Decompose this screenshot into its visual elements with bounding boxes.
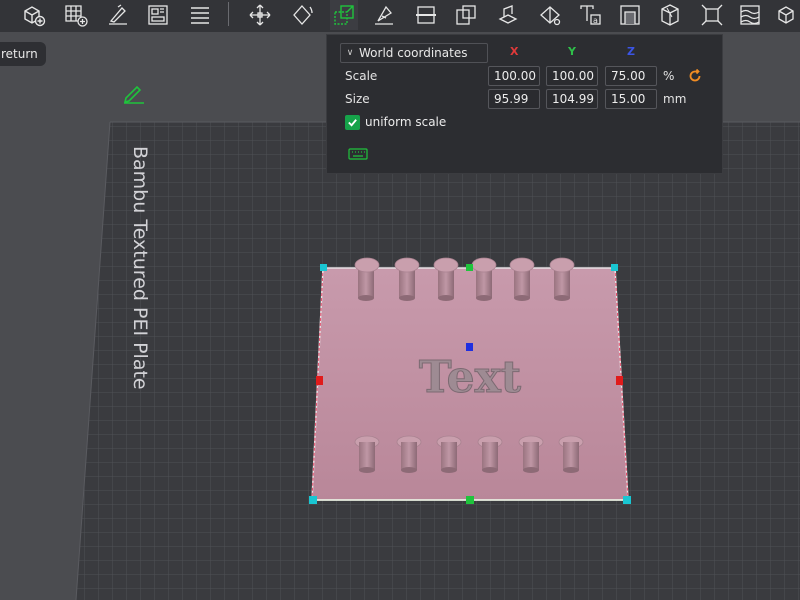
scale-z-input[interactable]: 75.00 — [605, 66, 657, 86]
y-axis-label: Y — [568, 45, 576, 58]
scale-panel: ∨ World coordinates X Y Z Scale 100.00 1… — [326, 34, 723, 174]
more-tools-icon[interactable] — [774, 0, 800, 30]
pencil-icon[interactable] — [122, 84, 146, 104]
x-handle-left[interactable] — [316, 376, 323, 385]
scale-row-label: Scale — [345, 69, 378, 83]
scale-unit: % — [663, 69, 675, 83]
return-button[interactable]: return — [0, 42, 46, 66]
size-unit: mm — [663, 92, 687, 106]
x-handle-right[interactable] — [616, 376, 623, 385]
embossed-text: Text — [419, 352, 522, 403]
uniform-scale-label: uniform scale — [365, 115, 447, 129]
split-plates-icon[interactable] — [186, 0, 214, 30]
svg-text:a: a — [593, 16, 598, 25]
main-toolbar: a — [0, 0, 800, 32]
corner-handle-bottom-right[interactable] — [623, 496, 631, 504]
add-plate-icon[interactable] — [62, 0, 90, 30]
move-icon[interactable] — [246, 0, 274, 30]
size-row-label: Size — [345, 92, 370, 106]
coordinate-system-value: World coordinates — [359, 46, 468, 60]
reset-icon[interactable] — [688, 68, 702, 83]
size-z-input[interactable]: 15.00 — [605, 89, 657, 109]
y-handle-bottom[interactable] — [466, 496, 474, 504]
seam-paint-icon[interactable] — [536, 0, 564, 30]
toolbar-separator — [228, 2, 229, 26]
auto-orient-icon[interactable] — [104, 0, 132, 30]
uniform-scale-checkbox[interactable] — [345, 115, 360, 130]
support-paint-icon[interactable] — [494, 0, 522, 30]
emboss-icon[interactable] — [616, 0, 644, 30]
corner-handle-bottom-left[interactable] — [309, 496, 317, 504]
size-x-input[interactable]: 95.99 — [488, 89, 540, 109]
text-model[interactable]: Text — [311, 257, 629, 501]
coordinate-system-dropdown[interactable]: ∨ World coordinates — [340, 43, 488, 63]
chevron-down-icon: ∨ — [346, 48, 354, 58]
mesh-icon[interactable] — [736, 0, 764, 30]
corner-handle-top-left[interactable] — [320, 264, 327, 271]
text-tool-icon[interactable]: a — [576, 0, 604, 30]
size-y-input[interactable]: 104.99 — [546, 89, 598, 109]
rotate-icon[interactable] — [288, 0, 316, 30]
z-axis-label: Z — [627, 45, 635, 58]
lay-on-face-icon[interactable] — [370, 0, 398, 30]
cut-icon[interactable] — [412, 0, 440, 30]
scale-icon[interactable] — [330, 0, 358, 30]
scale-y-input[interactable]: 100.00 — [546, 66, 598, 86]
plate-label: Bambu Textured PEI Plate — [129, 146, 151, 390]
z-handle[interactable] — [466, 343, 473, 351]
boolean-icon[interactable] — [452, 0, 480, 30]
measure-icon[interactable] — [656, 0, 684, 30]
y-handle-top[interactable] — [466, 264, 473, 271]
corner-handle-top-right[interactable] — [611, 264, 618, 271]
x-axis-label: X — [510, 45, 519, 58]
keyboard-icon[interactable] — [348, 148, 368, 160]
assembly-icon[interactable] — [698, 0, 726, 30]
return-label: return — [1, 47, 38, 61]
arrange-icon[interactable] — [144, 0, 172, 30]
add-object-icon[interactable] — [20, 0, 48, 30]
scale-x-input[interactable]: 100.00 — [488, 66, 540, 86]
